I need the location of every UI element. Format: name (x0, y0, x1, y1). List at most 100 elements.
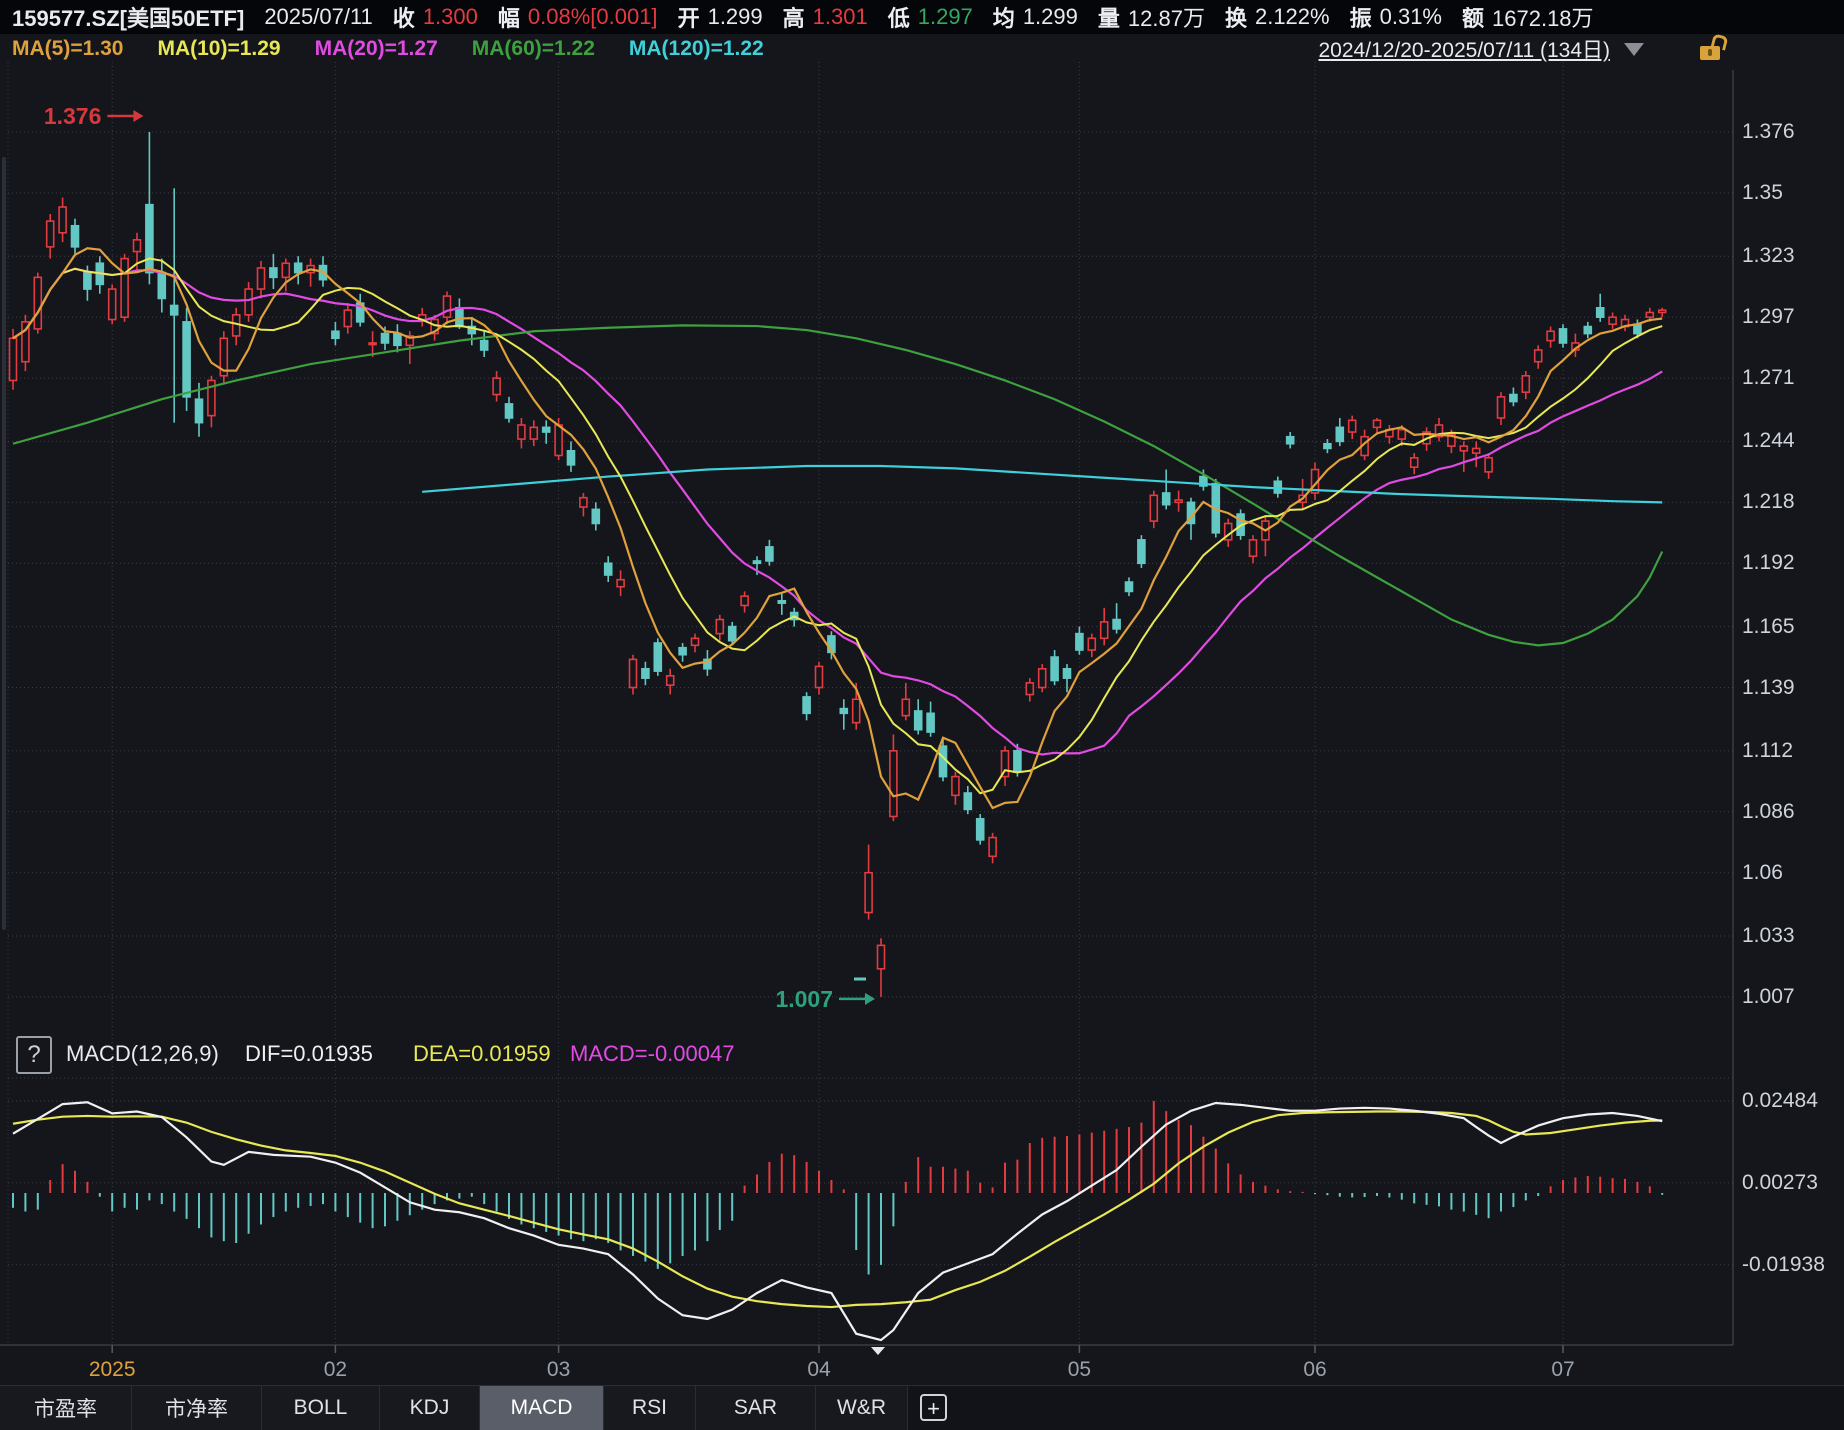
price-axis-label: 1.06 (1742, 862, 1783, 884)
candle-body (642, 669, 649, 678)
annotation-arrow-head (133, 110, 143, 122)
price-axis-label: 1.218 (1742, 491, 1795, 513)
tab-kdj[interactable]: KDJ (380, 1386, 480, 1430)
price-axis-label: 1.323 (1742, 245, 1795, 267)
candle-body (940, 746, 947, 776)
candle-body (915, 711, 922, 730)
vertical-scrollbar[interactable] (2, 157, 6, 930)
tab-boll[interactable]: BOLL (262, 1386, 380, 1430)
candle-body (1076, 634, 1083, 650)
candle-body (270, 268, 277, 277)
tab-wr[interactable]: W&R (816, 1386, 908, 1430)
candle-body (1510, 395, 1517, 402)
add-indicator-button[interactable]: + (920, 1394, 947, 1421)
candle-body (1150, 495, 1157, 521)
candle-body (233, 315, 240, 336)
dif-value: DIF=0.01935 (245, 1041, 373, 1067)
stat-value: 1.299 (708, 4, 763, 30)
axis-split-caret[interactable] (871, 1347, 885, 1355)
candle-body (1560, 329, 1567, 343)
tab-pb[interactable]: 市净率 (132, 1386, 262, 1430)
candle-body (382, 334, 389, 343)
tab-rsi[interactable]: RSI (604, 1386, 696, 1430)
candle-body (927, 713, 934, 732)
candle-body (394, 334, 401, 346)
stat-turnover: 换2.122% (1225, 1, 1330, 33)
candle-body (989, 838, 996, 857)
trade-date: 2025/07/11 (264, 4, 372, 30)
ma-legend-item-2: MA(20)=1.27 (315, 37, 438, 61)
ma-legend-item-4: MA(120)=1.22 (629, 37, 764, 61)
help-icon[interactable]: ? (16, 1036, 52, 1074)
candle-body (1014, 751, 1021, 772)
stat-label: 额 (1462, 1, 1484, 33)
candle-body (1324, 444, 1331, 449)
candle-body (109, 289, 116, 319)
candle-body (543, 427, 550, 432)
candle-body (282, 263, 289, 277)
candle-body (1398, 430, 1405, 439)
stat-low: 低1.297 (888, 1, 973, 33)
candle-body (34, 277, 41, 329)
stat-value: 1.297 (918, 4, 973, 30)
candle-body (890, 751, 897, 817)
unlock-icon[interactable] (1700, 46, 1720, 60)
stat-label: 收 (393, 1, 415, 33)
month-label-04: 04 (807, 1358, 830, 1382)
candle-body (493, 378, 500, 394)
month-label-06: 06 (1303, 1358, 1326, 1382)
candlestick-macd-chart[interactable]: 1.376 1.007 (0, 0, 1844, 1430)
candle-body (332, 331, 339, 338)
stat-label: 均 (993, 1, 1015, 33)
candle-body (1051, 657, 1058, 680)
annotation-text: 1.376 (44, 103, 102, 129)
quote-stats: 收1.300幅0.08%[0.001]开1.299高1.301低1.297均1.… (393, 1, 1594, 33)
macd-axis-label: 0.02484 (1742, 1090, 1818, 1112)
annotation-text: 1.007 (775, 986, 833, 1012)
candle-body (555, 425, 562, 455)
stat-label: 幅 (498, 1, 520, 33)
stat-avg: 均1.299 (993, 1, 1078, 33)
candle-body (1250, 540, 1257, 556)
candle-body (295, 263, 302, 272)
candle-body (679, 648, 686, 655)
candle-body (1547, 331, 1554, 340)
macd-header: ? MACD(12,26,9) DIF=0.01935 DEA=0.01959 … (0, 1034, 1844, 1074)
price-axis-label: 1.112 (1742, 740, 1793, 762)
candle-body (617, 580, 624, 587)
stat-close: 收1.300 (393, 1, 478, 33)
candle-body (605, 563, 612, 575)
candle-body (1287, 437, 1294, 444)
price-axis-label: 1.297 (1742, 306, 1795, 328)
candle-body (878, 945, 885, 968)
candle-body (1101, 622, 1108, 638)
chevron-down-icon[interactable] (1624, 43, 1644, 56)
candle-body (518, 425, 525, 439)
stat-value: 0.08%[0.001] (528, 4, 658, 30)
stock-chart-app: 1.3761.007 159577.SZ[美国50ETF] 2025/07/11… (0, 0, 1844, 1430)
candle-body (1088, 638, 1095, 650)
candle-body (72, 226, 79, 247)
stat-amount: 额1672.18万 (1462, 1, 1594, 33)
candle-body (853, 699, 860, 722)
candle-body (1126, 582, 1133, 591)
range-selector[interactable]: 2024/12/20-2025/07/11 (134日) (1319, 36, 1645, 62)
candle-body (369, 343, 376, 345)
price-axis-label: 1.086 (1742, 801, 1795, 823)
candle-body (754, 561, 761, 563)
price-axis-label: 1.35 (1742, 182, 1783, 204)
candle-body (977, 819, 984, 840)
candle-body (1113, 620, 1120, 629)
candle-body (344, 310, 351, 326)
candle-body (816, 666, 823, 687)
stat-label: 换 (1225, 1, 1247, 33)
tab-macd[interactable]: MACD (480, 1386, 604, 1430)
candle-body (134, 240, 141, 252)
tab-sar[interactable]: SAR (696, 1386, 816, 1430)
candle-body (146, 205, 153, 273)
stat-label: 开 (678, 1, 700, 33)
tab-pe[interactable]: 市盈率 (0, 1386, 132, 1430)
candle-body (1175, 500, 1182, 502)
candle-body (1609, 317, 1616, 324)
date-range-label[interactable]: 2024/12/20-2025/07/11 (134日) (1319, 34, 1611, 64)
